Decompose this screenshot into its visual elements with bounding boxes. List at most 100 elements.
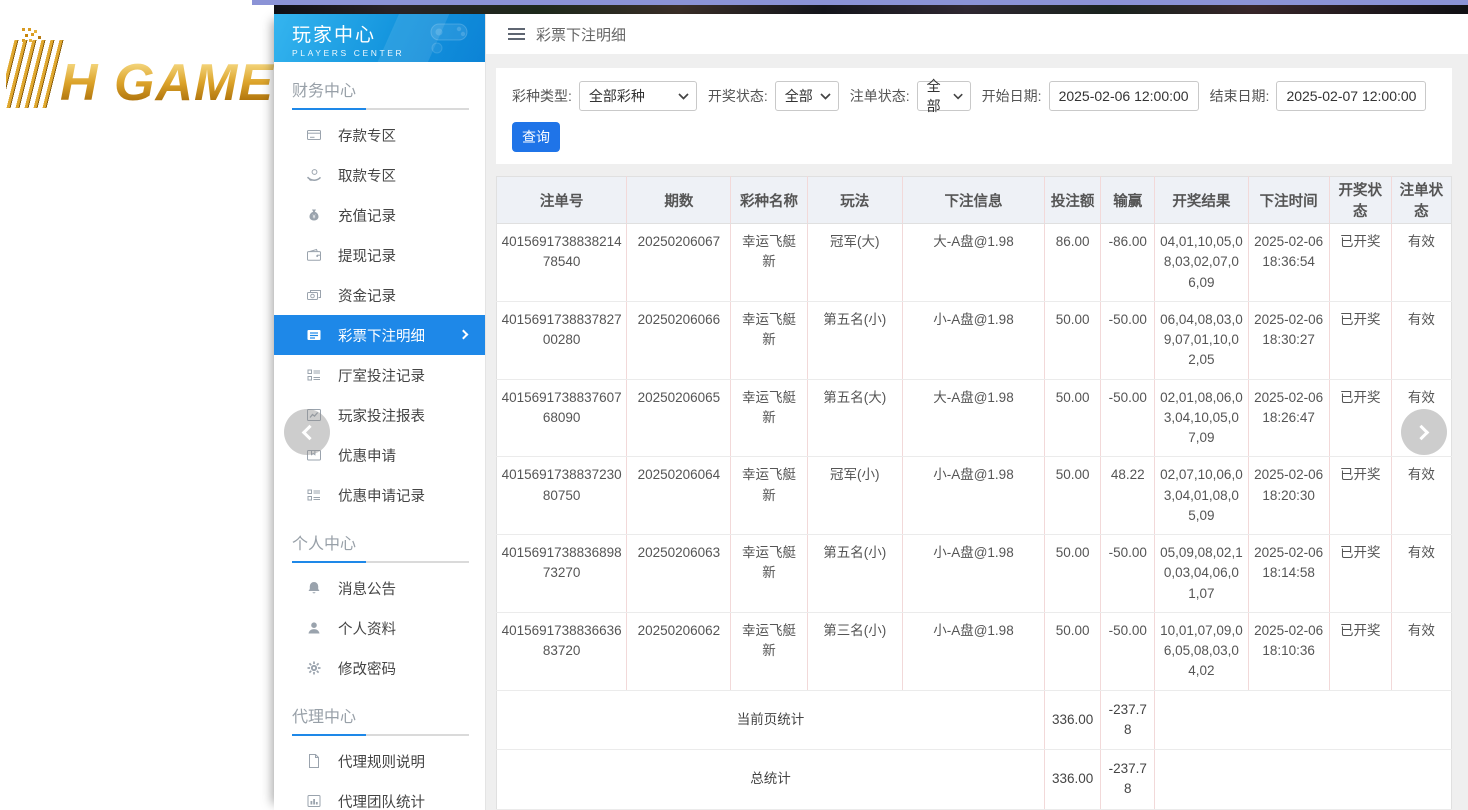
summary-label: 当前页统计	[497, 690, 1045, 750]
sidebar-item-label: 厅室投注记录	[338, 365, 425, 386]
table-row: 40156917388368987327020250206063幸运飞艇新第五名…	[497, 535, 1452, 613]
cell-win-loss: -50.00	[1101, 379, 1155, 457]
collapse-right-button[interactable]	[1401, 409, 1447, 455]
gamepad-icon	[423, 20, 475, 56]
section-title-personal-center: 个人中心	[274, 515, 485, 561]
cell-order-status: 有效	[1391, 612, 1451, 690]
cell-lottery-name: 幸运飞艇新	[731, 612, 807, 690]
sidebar-item-funds-records[interactable]: 资金记录	[274, 275, 485, 315]
sidebar-item-hall-bet-records[interactable]: 厅室投注记录	[274, 355, 485, 395]
end-date-input[interactable]	[1276, 81, 1426, 111]
order-status-select[interactable]: 全部	[917, 81, 971, 111]
table-row: 40156917388366368372020250206062幸运飞艇新第三名…	[497, 612, 1452, 690]
table-header-row: 注单号期数彩种名称玩法下注信息投注额输赢开奖结果下注时间开奖状态注单状态	[497, 177, 1452, 224]
sidebar-item-deposit-zone[interactable]: 存款专区	[274, 115, 485, 155]
sidebar-item-withdraw-zone[interactable]: 取款专区	[274, 155, 485, 195]
cell-draw-result: 10,01,07,09,06,05,08,03,04,02	[1155, 612, 1248, 690]
cell-period: 20250206066	[627, 301, 731, 379]
cell-draw-status: 已开奖	[1329, 301, 1391, 379]
agent-team-stats-icon	[306, 793, 323, 810]
background-banner	[274, 5, 1468, 14]
sidebar-item-label: 优惠申请	[338, 445, 396, 466]
table-row: 40156917388382147854020250206067幸运飞艇新冠军(…	[497, 224, 1452, 302]
bet-details-table-card: 注单号期数彩种名称玩法下注信息投注额输赢开奖结果下注时间开奖状态注单状态4015…	[496, 176, 1452, 810]
col-header-bet-time: 下注时间	[1248, 177, 1329, 224]
sidebar-item-recharge-records[interactable]: ¥充值记录	[274, 195, 485, 235]
collapse-left-button[interactable]	[284, 409, 330, 455]
sidebar-item-label: 提现记录	[338, 245, 396, 266]
summary-bet-amount: 336.00	[1045, 750, 1101, 810]
lottery-type-label: 彩种类型:	[512, 86, 572, 106]
funds-records-icon	[306, 287, 323, 304]
cell-bet-info: 小-A盘@1.98	[902, 457, 1044, 535]
cell-period: 20250206063	[627, 535, 731, 613]
sidebar-item-withdrawal-records[interactable]: 提现记录	[274, 235, 485, 275]
summary-win-loss: -237.78	[1101, 690, 1155, 750]
logo-stripe-h	[6, 40, 64, 108]
sidebar-header: 玩家中心 PLAYERS CENTER	[274, 14, 485, 62]
cell-play-type: 第五名(小)	[807, 301, 902, 379]
order-status-label: 注单状态:	[850, 86, 910, 106]
sidebar-item-agent-rules[interactable]: 代理规则说明	[274, 741, 485, 781]
page-header: 彩票下注明细	[486, 14, 1468, 54]
cell-lottery-name: 幸运飞艇新	[731, 457, 807, 535]
sidebar-item-label: 彩票下注明细	[338, 325, 425, 346]
cell-win-loss: 48.22	[1101, 457, 1155, 535]
sidebar-item-profile[interactable]: 个人资料	[274, 608, 485, 648]
start-date-input[interactable]	[1049, 81, 1199, 111]
end-date-label: 结束日期:	[1210, 86, 1270, 106]
hh-game-logo: H GAME	[6, 26, 274, 108]
col-header-bet-info: 下注信息	[902, 177, 1044, 224]
sidebar-item-announcements[interactable]: 消息公告	[274, 568, 485, 608]
lottery-type-select[interactable]: 全部彩种	[579, 81, 697, 111]
section-title-agent-center: 代理中心	[274, 688, 485, 734]
sidebar-item-label: 消息公告	[338, 578, 396, 599]
cell-bet-info: 大-A盘@1.98	[902, 224, 1044, 302]
withdrawal-records-icon	[306, 247, 323, 264]
cell-win-loss: -50.00	[1101, 612, 1155, 690]
cell-draw-status: 已开奖	[1329, 224, 1391, 302]
cell-bet-amount: 50.00	[1045, 301, 1101, 379]
cell-period: 20250206062	[627, 612, 731, 690]
col-header-bet-amount: 投注额	[1045, 177, 1101, 224]
recharge-records-icon: ¥	[306, 207, 323, 224]
col-header-draw-status: 开奖状态	[1329, 177, 1391, 224]
cell-bet-time: 2025-02-06 18:10:36	[1248, 612, 1329, 690]
sidebar-item-label: 取款专区	[338, 165, 396, 186]
cell-order-id: 401569173883663683720	[497, 612, 627, 690]
sidebar-item-promo-apply-records[interactable]: 优惠申请记录	[274, 475, 485, 515]
promo-apply-records-icon	[306, 487, 323, 504]
section-underline	[292, 561, 469, 563]
cell-order-id: 401569173883760768090	[497, 379, 627, 457]
cell-order-id: 401569173883821478540	[497, 224, 627, 302]
cell-bet-amount: 86.00	[1045, 224, 1101, 302]
table-row: 40156917388372308075020250206064幸运飞艇新冠军(…	[497, 457, 1452, 535]
withdraw-zone-icon	[306, 167, 323, 184]
menu-toggle-icon[interactable]	[508, 28, 525, 40]
profile-icon	[306, 620, 323, 637]
cell-win-loss: -50.00	[1101, 535, 1155, 613]
cell-draw-result: 04,01,10,05,08,03,02,07,06,09	[1155, 224, 1248, 302]
summary-row: 总统计336.00-237.78	[497, 750, 1452, 810]
table-row: 40156917388376076809020250206065幸运飞艇新第五名…	[497, 379, 1452, 457]
sidebar-item-change-password[interactable]: 修改密码	[274, 648, 485, 688]
cell-bet-amount: 50.00	[1045, 457, 1101, 535]
cell-bet-amount: 50.00	[1045, 612, 1101, 690]
draw-status-select[interactable]: 全部	[775, 81, 839, 111]
cell-bet-info: 小-A盘@1.98	[902, 612, 1044, 690]
sidebar-item-label: 资金记录	[338, 285, 396, 306]
cell-order-status: 有效	[1391, 301, 1451, 379]
bet-details-table: 注单号期数彩种名称玩法下注信息投注额输赢开奖结果下注时间开奖状态注单状态4015…	[496, 176, 1452, 810]
cell-bet-time: 2025-02-06 18:26:47	[1248, 379, 1329, 457]
search-button[interactable]: 查询	[512, 122, 560, 152]
chevron-down-icon	[953, 93, 963, 100]
draw-status-label: 开奖状态:	[708, 86, 768, 106]
cell-play-type: 第五名(小)	[807, 535, 902, 613]
cell-order-id: 401569173883782700280	[497, 301, 627, 379]
sidebar-item-agent-team-stats[interactable]: 代理团队统计	[274, 781, 485, 810]
sidebar-item-lottery-bet-details[interactable]: 彩票下注明细	[274, 315, 485, 355]
announcements-icon	[306, 580, 323, 597]
col-header-lottery-name: 彩种名称	[731, 177, 807, 224]
draw-status-value: 全部	[785, 86, 813, 106]
cell-play-type: 冠军(大)	[807, 224, 902, 302]
